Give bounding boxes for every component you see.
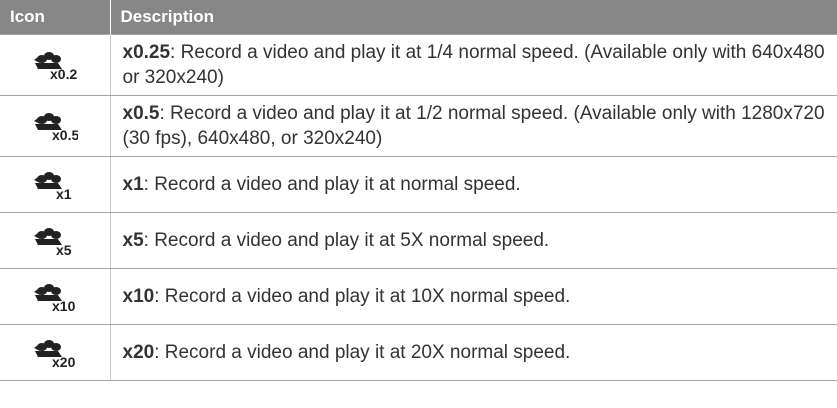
description-cell: x10: Record a video and play it at 10X n… <box>110 268 837 325</box>
speed-description: : Record a video and play it at 1/4 norm… <box>122 42 825 88</box>
speed-keyword: x20 <box>122 342 155 363</box>
speed-keyword: x5 <box>122 230 144 251</box>
description-cell: x0.5: Record a video and play it at 1/2 … <box>110 95 837 157</box>
speed-description: : Record a video and play it at 1/2 norm… <box>122 103 825 149</box>
speed-keyword: x0.25 <box>122 42 171 63</box>
icon-cell: x20 <box>0 324 111 381</box>
timelapse-x0.25-icon: x0.25 <box>32 49 78 81</box>
icon-column-header: Icon <box>0 0 111 35</box>
table-header-row: Icon Description <box>0 0 837 35</box>
description-cell: x20: Record a video and play it at 20X n… <box>110 324 837 381</box>
icon-cell: x5 <box>0 212 111 269</box>
speed-mode-table: Icon Description x0.25 <box>0 0 837 381</box>
table-row: x0.5 x0.5: Record a video and play it at… <box>0 95 837 157</box>
svg-text:x0.25: x0.25 <box>50 66 78 81</box>
svg-text:x0.5: x0.5 <box>52 127 78 142</box>
svg-text:x1: x1 <box>56 186 72 201</box>
icon-cell: x0.5 <box>0 95 111 157</box>
description-cell: x0.25: Record a video and play it at 1/4… <box>110 34 837 96</box>
svg-text:x5: x5 <box>56 242 72 257</box>
speed-keyword: x0.5 <box>122 103 160 124</box>
table-row: x10 x10: Record a video and play it at 1… <box>0 268 837 325</box>
description-cell: x1: Record a video and play it at normal… <box>110 156 837 213</box>
timelapse-x20-icon: x20 <box>32 337 78 369</box>
speed-description: : Record a video and play it at 20X norm… <box>154 342 571 363</box>
description-column-header: Description <box>110 0 837 35</box>
speed-description: : Record a video and play it at 5X norma… <box>143 230 550 251</box>
timelapse-x1-icon: x1 <box>32 169 78 201</box>
speed-description: : Record a video and play it at 10X norm… <box>154 286 571 307</box>
speed-description: : Record a video and play it at normal s… <box>143 174 521 195</box>
timelapse-x5-icon: x5 <box>32 225 78 257</box>
svg-text:x10: x10 <box>52 298 76 313</box>
table-row: x0.25 x0.25: Record a video and play it … <box>0 34 837 96</box>
description-cell: x5: Record a video and play it at 5X nor… <box>110 212 837 269</box>
svg-text:x20: x20 <box>52 354 76 369</box>
icon-cell: x0.25 <box>0 34 111 96</box>
table-row: x20 x20: Record a video and play it at 2… <box>0 324 837 381</box>
speed-keyword: x10 <box>122 286 155 307</box>
icon-cell: x10 <box>0 268 111 325</box>
timelapse-x10-icon: x10 <box>32 281 78 313</box>
icon-cell: x1 <box>0 156 111 213</box>
table-row: x1 x1: Record a video and play it at nor… <box>0 156 837 213</box>
timelapse-x0.5-icon: x0.5 <box>32 110 78 142</box>
table-row: x5 x5: Record a video and play it at 5X … <box>0 212 837 269</box>
speed-keyword: x1 <box>122 174 144 195</box>
